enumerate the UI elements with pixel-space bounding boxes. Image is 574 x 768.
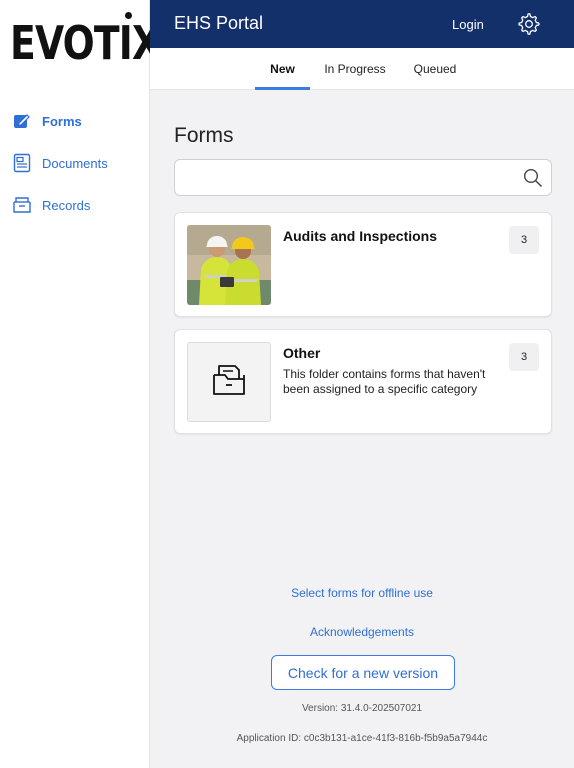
sidebar-item-documents[interactable]: Documents	[0, 142, 150, 184]
folder-description: This folder contains forms that haven't …	[283, 367, 486, 396]
sidebar-item-records[interactable]: Records	[0, 184, 150, 226]
main-content: Forms Audits and Inspections 3 Other Thi…	[150, 90, 574, 768]
folder-title: Other	[283, 345, 321, 361]
edit-icon	[12, 111, 32, 131]
gear-icon[interactable]	[518, 13, 540, 35]
app-header: EHS Portal Login	[150, 0, 574, 48]
evotix-logo: EVOTIX	[10, 12, 161, 72]
document-icon	[12, 153, 32, 173]
offline-forms-link[interactable]: Select forms for offline use	[150, 586, 574, 600]
sidebar-item-label: Documents	[42, 155, 108, 171]
records-icon	[12, 195, 32, 215]
count-badge: 3	[509, 343, 539, 371]
sidebar-item-label: Forms	[42, 113, 82, 129]
folder-title: Audits and Inspections	[283, 228, 438, 244]
app-title: EHS Portal	[174, 13, 264, 33]
folder-card-audits[interactable]: Audits and Inspections 3	[174, 212, 552, 317]
sidebar: EVOTIX Forms Documents Records	[0, 0, 161, 768]
folder-icon	[211, 363, 247, 402]
tab-new[interactable]: New	[255, 48, 310, 90]
tab-in-progress[interactable]: In Progress	[320, 48, 390, 90]
login-button[interactable]: Login	[452, 17, 484, 32]
folder-card-other[interactable]: Other This folder contains forms that ha…	[174, 329, 552, 434]
folder-thumb	[187, 342, 271, 422]
application-id-text: Application ID: c0c3b131-a1ce-41f3-816b-…	[236, 733, 488, 744]
search-icon[interactable]	[523, 168, 543, 188]
logo-dot	[125, 12, 132, 19]
sidebar-nav: Forms Documents Records	[0, 100, 150, 226]
search-input[interactable]	[175, 160, 505, 195]
sidebar-item-label: Records	[42, 197, 91, 213]
tab-queued[interactable]: Queued	[406, 48, 464, 90]
workers-photo	[187, 225, 271, 305]
version-text: Version: 31.4.0-202507021	[301, 703, 423, 714]
acknowledgements-link[interactable]: Acknowledgements	[150, 625, 574, 639]
count-badge: 3	[509, 226, 539, 254]
sidebar-item-forms[interactable]: Forms	[0, 100, 150, 142]
tab-bar: New In Progress Queued	[150, 48, 574, 90]
search-box	[174, 159, 552, 196]
page-title: Forms	[174, 124, 234, 147]
check-version-button[interactable]: Check for a new version	[271, 655, 455, 690]
